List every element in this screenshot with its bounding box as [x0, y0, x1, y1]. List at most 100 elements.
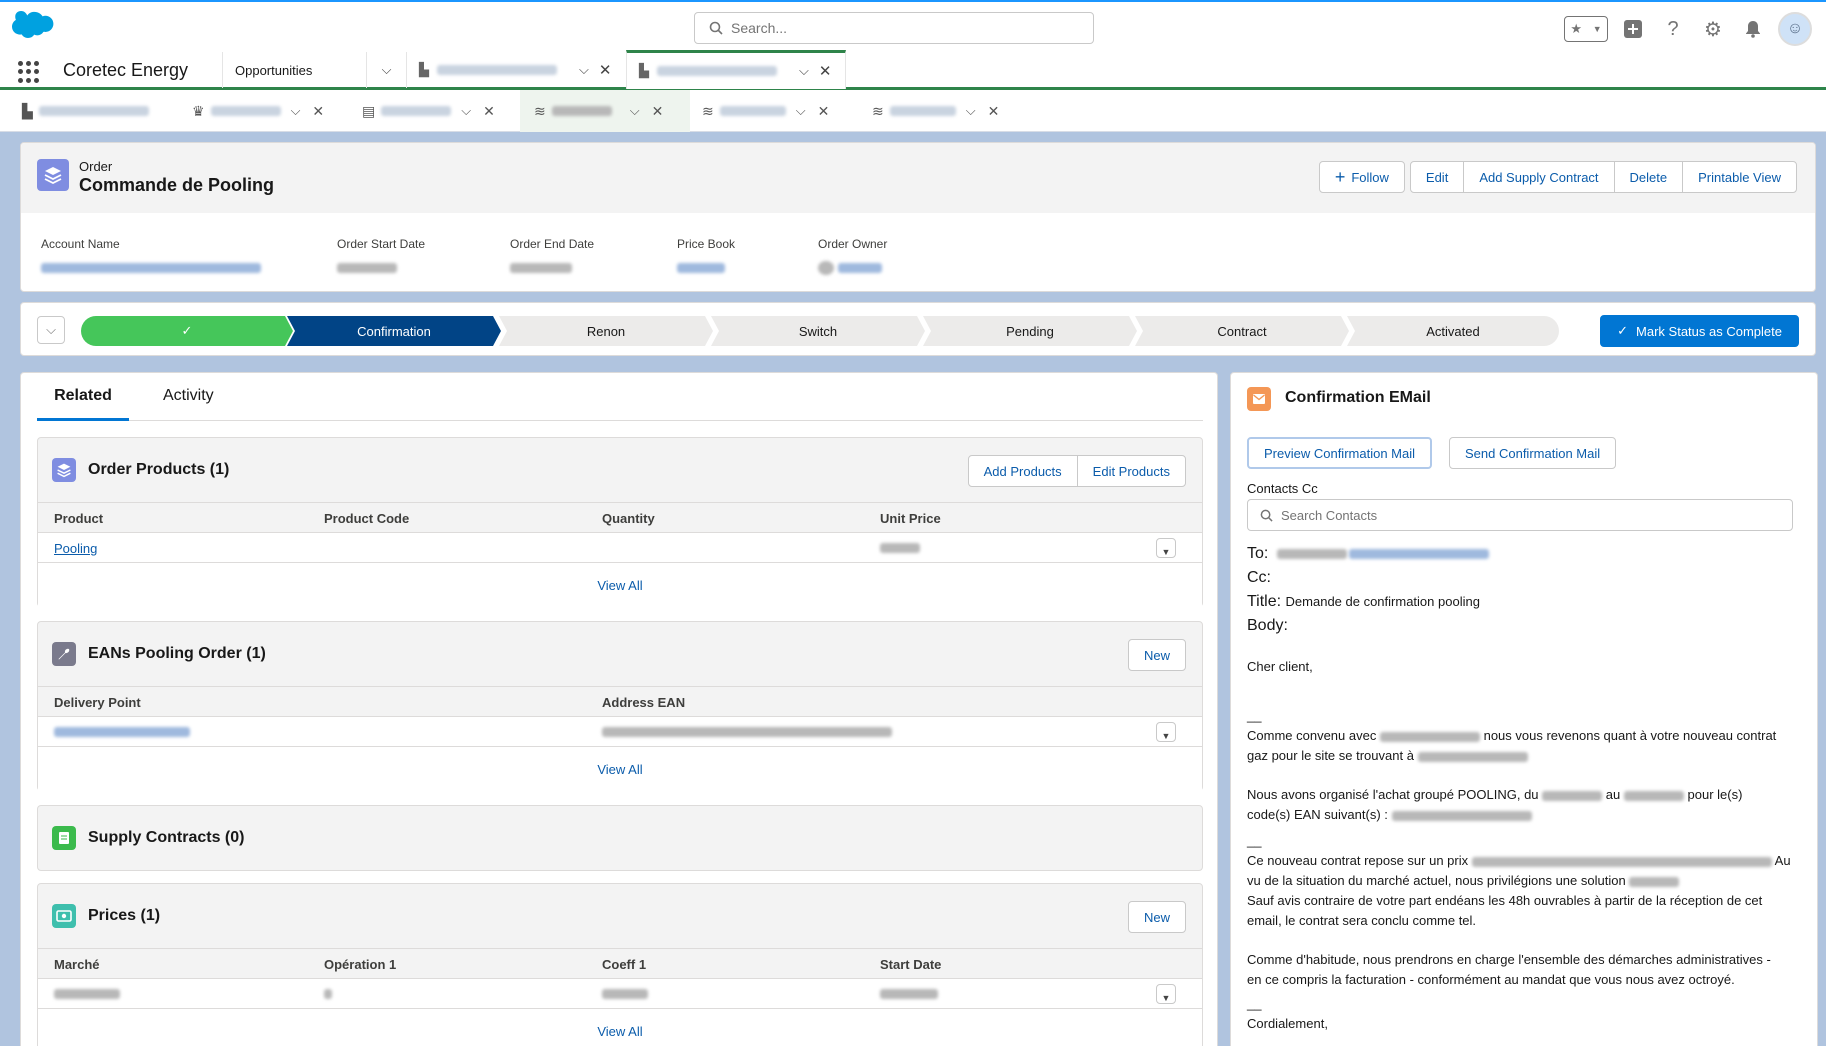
field-order-owner: Order Owner: [818, 237, 887, 275]
mail-to: To:: [1247, 545, 1489, 563]
chevron-down-icon: ⌵: [629, 103, 640, 118]
path-step-switch[interactable]: Switch: [711, 316, 925, 346]
add-products-button[interactable]: Add Products: [967, 455, 1078, 487]
object-label: Order: [79, 159, 113, 174]
chevron-down-icon: ⌵: [381, 62, 392, 77]
record-title: Commande de Pooling: [79, 175, 275, 195]
search-icon: [1260, 509, 1273, 522]
document-icon: ▤: [362, 102, 376, 119]
close-icon[interactable]: ✕: [988, 103, 1000, 120]
path-step-contract[interactable]: Contract: [1135, 316, 1349, 346]
tab-activity[interactable]: Activity: [163, 383, 214, 421]
workspace-subtabs: ▙ ♛ ⌵ ✕ ▤ ⌵ ✕ ≋ ⌵ ✕ ≋ ⌵ ✕ ≋ ⌵ ✕: [0, 90, 1826, 132]
close-icon[interactable]: ✕: [652, 103, 664, 120]
new-price-button[interactable]: New: [1127, 901, 1186, 933]
related-list-supply-contracts: Supply Contracts (0): [37, 805, 1203, 871]
subtab-5[interactable]: ≋ ⌵ ✕: [702, 90, 872, 132]
help-button[interactable]: ?: [1658, 14, 1688, 44]
salesforce-cloud-logo[interactable]: [12, 11, 54, 41]
row-actions-button[interactable]: ▼: [1156, 722, 1176, 742]
price-book-link[interactable]: [677, 262, 725, 273]
chevron-down-icon: ⌵: [795, 103, 806, 118]
follow-button[interactable]: + Follow: [1318, 161, 1405, 193]
subtab-1[interactable]: ▙: [22, 90, 192, 132]
search-contacts-input[interactable]: Search Contacts: [1247, 499, 1793, 531]
order-icon: ≋: [534, 102, 546, 119]
email-panel-title: Confirmation EMail: [1285, 389, 1431, 406]
chevron-down-icon: ▼: [1161, 731, 1171, 741]
edit-products-button[interactable]: Edit Products: [1076, 455, 1186, 487]
table-row: ▼: [38, 717, 1202, 747]
close-icon[interactable]: ✕: [312, 103, 324, 120]
mail-body: Cher client, __ Comme convenu avec nous …: [1247, 659, 1791, 1031]
related-panel: Related Activity Order Products (1) Add …: [20, 372, 1218, 1046]
tab-related[interactable]: Related: [37, 383, 129, 421]
field-price-book: Price Book: [677, 237, 735, 274]
edit-button[interactable]: Edit: [1409, 161, 1465, 193]
bell-icon: [1746, 21, 1760, 38]
gear-icon: ⚙: [1704, 18, 1722, 41]
close-icon[interactable]: ✕: [819, 62, 832, 80]
row-actions-button[interactable]: ▼: [1156, 538, 1176, 558]
subtab-3[interactable]: ▤ ⌵ ✕: [362, 90, 532, 132]
search-icon: [709, 21, 723, 35]
subtab-6[interactable]: ≋ ⌵ ✕: [872, 90, 1042, 132]
field-account-name: Account Name: [41, 237, 261, 274]
table-header: Product Product Code Quantity Unit Price: [38, 503, 1202, 533]
subtab-2[interactable]: ♛ ⌵ ✕: [192, 90, 362, 132]
email-icon: [1247, 387, 1271, 411]
table-header: Delivery Point Address EAN: [38, 687, 1202, 717]
path-step-confirmation[interactable]: Confirmation: [287, 316, 501, 346]
record-tabs: Related Activity: [37, 373, 1203, 421]
setup-button[interactable]: ⚙: [1698, 14, 1728, 44]
mail-cc: Cc:: [1247, 569, 1271, 586]
path-step-pending[interactable]: Pending: [923, 316, 1137, 346]
contacts-cc-label: Contacts Cc: [1247, 481, 1318, 496]
notifications-button[interactable]: [1738, 14, 1768, 44]
global-search-input[interactable]: Search...: [694, 12, 1094, 44]
nav-tab-record-2[interactable]: ▙ ⌵ ✕: [626, 50, 846, 89]
mark-status-complete-button[interactable]: ✓ Mark Status as Complete: [1600, 315, 1799, 347]
path-step-activated[interactable]: Activated: [1347, 316, 1559, 346]
delivery-point-link[interactable]: [54, 727, 190, 737]
view-all-link[interactable]: View All: [38, 1009, 1202, 1046]
app-launcher-icon[interactable]: [18, 61, 40, 83]
subtab-4[interactable]: ≋ ⌵ ✕: [520, 90, 690, 132]
add-supply-contract-button[interactable]: Add Supply Contract: [1463, 161, 1615, 193]
preview-confirmation-mail-button[interactable]: Preview Confirmation Mail: [1247, 437, 1432, 469]
global-actions-button[interactable]: [1618, 14, 1648, 44]
path-step-renon[interactable]: Renon: [499, 316, 713, 346]
nav-opportunities-menu[interactable]: ⌵: [366, 52, 406, 88]
row-actions-button[interactable]: ▼: [1156, 984, 1176, 1004]
confirmation-email-panel: Confirmation EMail Preview Confirmation …: [1230, 372, 1818, 1046]
account-name-link[interactable]: [41, 262, 261, 273]
chevron-down-icon: ▼: [1161, 993, 1171, 1003]
favorites-button[interactable]: ★ ▼: [1564, 16, 1608, 42]
new-ean-button[interactable]: New: [1127, 639, 1186, 671]
send-confirmation-mail-button[interactable]: Send Confirmation Mail: [1449, 437, 1617, 469]
view-all-link[interactable]: View All: [38, 747, 1202, 791]
plus-icon: +: [1334, 166, 1346, 187]
price-icon: [52, 904, 76, 928]
record-icon: ▙: [419, 62, 429, 77]
table-row: Pooling ▼: [38, 533, 1202, 563]
global-header: Search... ★ ▼ ? ⚙ ☺: [0, 0, 1826, 52]
question-icon: ?: [1667, 17, 1679, 40]
printable-view-button[interactable]: Printable View: [1682, 161, 1797, 193]
star-icon: ★: [1570, 21, 1582, 36]
nav-tab-record-1[interactable]: ▙ ⌵ ✕: [406, 52, 626, 88]
user-avatar[interactable]: ☺: [1778, 12, 1812, 46]
crown-icon: ♛: [192, 102, 205, 119]
path-step-completed[interactable]: ✓: [81, 316, 293, 346]
path-toggle-button[interactable]: ⌵: [37, 316, 65, 344]
order-owner-link[interactable]: [837, 262, 882, 273]
close-icon[interactable]: ✕: [483, 103, 495, 120]
close-icon[interactable]: ✕: [599, 61, 612, 79]
delete-button[interactable]: Delete: [1613, 161, 1684, 193]
chevron-down-icon: ⌵: [579, 62, 589, 77]
product-link[interactable]: Pooling: [54, 541, 97, 556]
close-icon[interactable]: ✕: [818, 103, 830, 120]
order-icon: ≋: [702, 102, 714, 119]
nav-item-opportunities[interactable]: Opportunities: [222, 52, 366, 88]
view-all-link[interactable]: View All: [38, 563, 1202, 607]
